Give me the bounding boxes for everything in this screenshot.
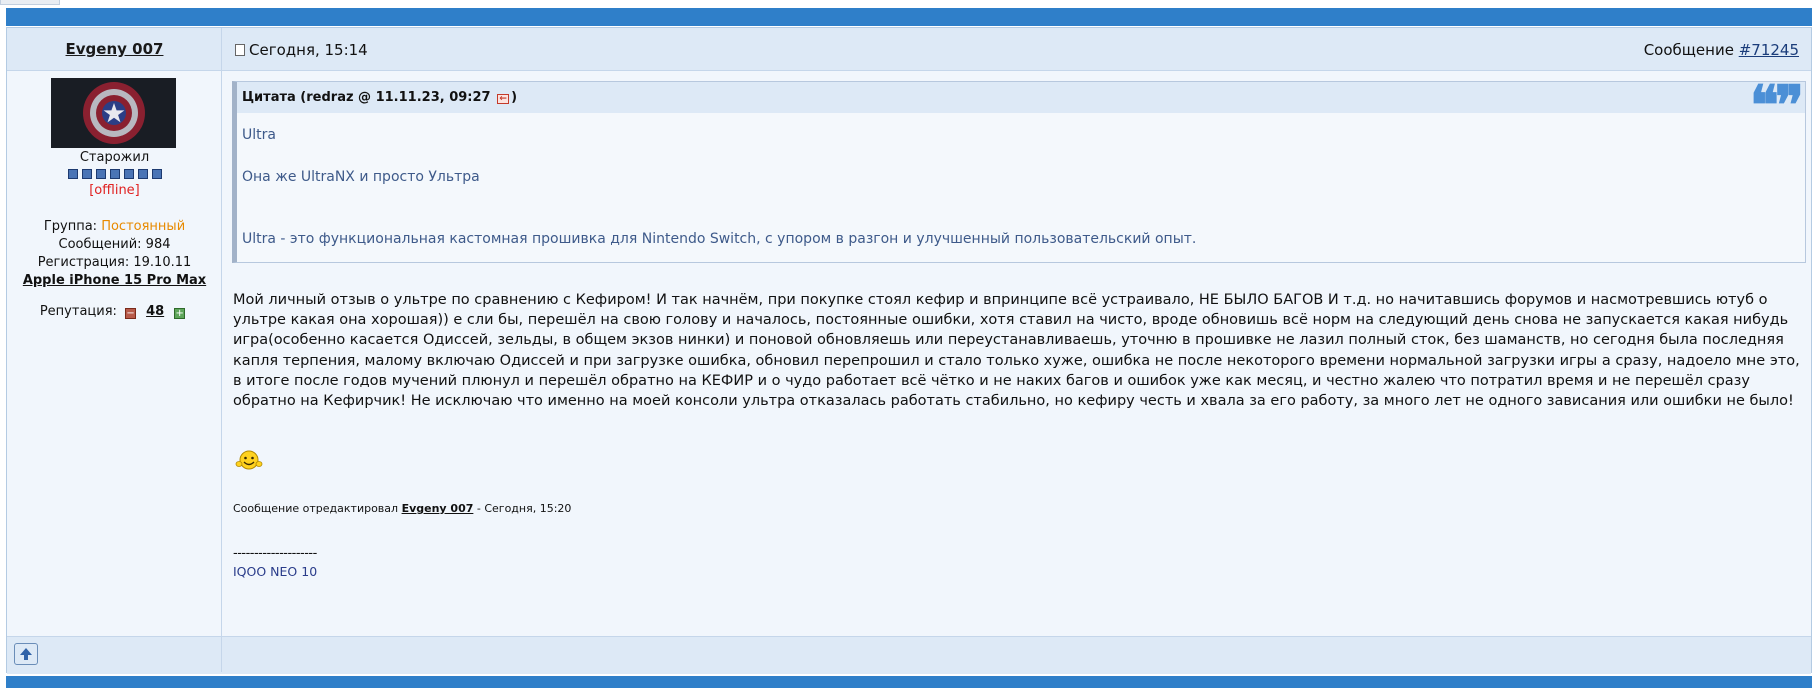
signature-text: IQOO NEO 10 [233,564,318,579]
scroll-top-button[interactable] [14,643,38,665]
quote-block: Цитата (redraz @ 11.11.23, 09:27 ←) ❝❞ U… [232,78,1806,263]
editor-name-link[interactable]: Evgeny 007 [402,502,474,515]
rank-pip [67,169,78,179]
quote-header: Цитата (redraz @ 11.11.23, 09:27 ←) ❝❞ [237,78,1805,132]
smiley-face-icon [235,450,263,470]
rank-pip [109,169,120,179]
user-rank: Старожил [79,150,150,165]
post-number: Сообщение #71245 [1644,41,1799,59]
user-group-value: Постоянный [101,219,186,234]
forum-post: Evgeny 007 Старожил [offline] Группа: По… [6,27,1812,674]
arrow-up-icon [20,648,32,660]
post-column: Сегодня, 15:14 Сообщение #71245 Цитата (… [223,28,1811,672]
user-message-count: Сообщений: 984 [58,237,171,252]
online-status: [offline] [89,183,140,198]
forum-page: Evgeny 007 Старожил [offline] Группа: По… [0,0,1819,688]
quote-line: Она же UltraNX и просто Ультра [242,169,480,185]
edit-note-suffix: - Сегодня, 15:20 [473,502,572,515]
shield-icon [82,82,145,144]
post-body-text: Мой личный отзыв о ультре по сравнению с… [233,292,1800,410]
rank-pips [7,169,222,179]
document-icon [235,44,245,56]
rank-pip [95,169,106,179]
post-date: Сегодня, 15:14 [235,41,368,59]
user-info: Группа: Постоянный Сообщений: 984 Регист… [7,218,222,290]
signature-separator: -------------------- [233,546,317,561]
edit-note-prefix: Сообщение отредактировал [233,502,402,515]
post-divider-bottom [6,676,1812,688]
edit-note: Сообщение отредактировал Evgeny 007 - Се… [233,502,571,515]
quote-title: Цитата (redraz @ 11.11.23, 09:27 ←) [242,90,517,105]
quote-line: Ultra [242,127,276,143]
rank-pip [81,169,92,179]
post-divider-top [6,8,1812,26]
quote-mark-icon: ❝❞ [1749,73,1804,137]
author-column: Evgeny 007 Старожил [offline] Группа: По… [7,28,222,672]
jump-to-source-icon[interactable]: ← [497,94,510,104]
author-name-link[interactable]: Evgeny 007 [7,40,222,58]
user-group: Группа: Постоянный [7,218,222,236]
reputation: Репутация: −48 + [7,304,222,319]
rank-pip [137,169,148,179]
user-device-link[interactable]: Apple iPhone 15 Pro Max [7,272,222,290]
previous-post-stub [0,0,60,5]
post-number-link[interactable]: #71245 [1739,41,1799,59]
reputation-value-link[interactable]: 48 [146,304,164,319]
quote-title-suffix: ) [511,90,518,105]
rank-pip [151,169,162,179]
smiley-icon [235,448,263,472]
post-date-text: Сегодня, 15:14 [249,41,368,59]
reputation-minus-button[interactable]: − [125,308,137,319]
user-group-label: Группа: [43,219,102,234]
rank-pip [123,169,134,179]
quote-title-text: Цитата (redraz @ 11.11.23, 09:27 [242,90,496,105]
quote-body: Ultra Она же UltraNX и просто Ультра Ult… [242,125,1795,249]
reputation-label: Репутация: [39,304,117,319]
post-number-label: Сообщение [1643,41,1739,59]
reputation-plus-button[interactable]: + [174,308,186,319]
avatar [51,78,176,148]
user-registration: Регистрация: 19.10.11 [37,255,192,270]
quote-line: Ultra - это функциональная кастомная про… [242,231,1197,247]
